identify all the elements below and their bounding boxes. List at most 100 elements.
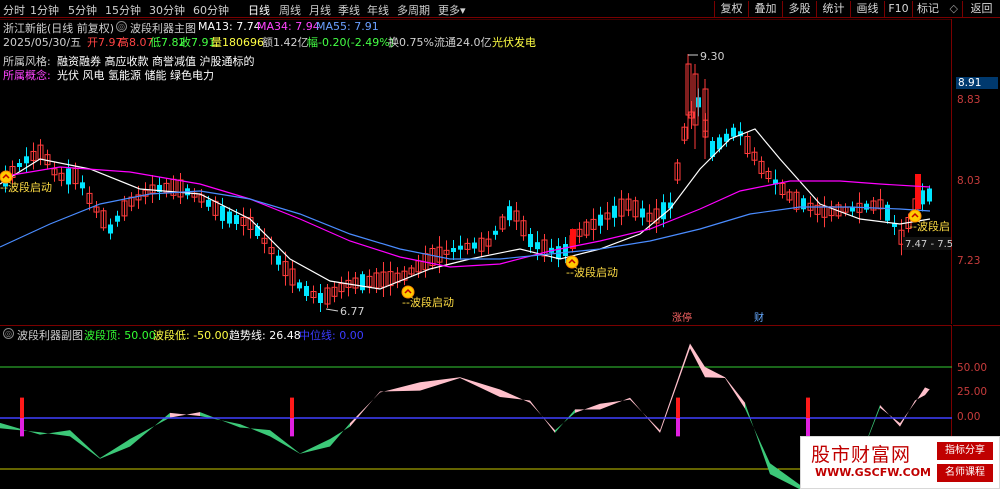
period-tab-60min[interactable]: 60分钟 (193, 2, 229, 18)
sub-indicator-name[interactable]: 波段利器副图 (17, 327, 83, 343)
negative-area (70, 430, 100, 459)
candle-body (17, 163, 22, 167)
price-axis-label: 8.03 (957, 175, 981, 187)
candle-body (24, 156, 29, 164)
low-price-label: 6.77 (340, 305, 365, 318)
positive-area (690, 343, 705, 378)
quote-volume: 量180696 (211, 36, 264, 49)
period-tab-yearly[interactable]: 年线 (367, 2, 389, 18)
signal-bar-up (806, 397, 810, 418)
overlay-button[interactable]: 叠加 (748, 1, 782, 17)
adjust-button[interactable]: 复权 (714, 1, 748, 17)
negative-area (300, 439, 330, 454)
indicator-settings-icon[interactable]: ◎ (116, 21, 127, 32)
sub-axis-label: 0.00 (957, 411, 981, 423)
settings-icon: ◇ (949, 2, 958, 15)
signal-bar-up (676, 397, 680, 418)
period-tab-15min[interactable]: 15分钟 (105, 2, 141, 18)
signal-bar-down (20, 418, 24, 437)
positive-area (725, 377, 745, 409)
multi-stock-button[interactable]: 多股 (782, 1, 816, 17)
candle-body (115, 215, 120, 222)
candle-body (234, 215, 239, 225)
candle-body (80, 182, 85, 189)
negative-area (745, 402, 770, 475)
negative-area (40, 430, 70, 437)
period-tab-1min[interactable]: 1分钟 (30, 2, 59, 18)
candle-body (612, 205, 617, 218)
watermark-url: WWW.GSCFW.COM (815, 466, 932, 479)
candle-body (661, 202, 666, 220)
candle-body (864, 203, 869, 210)
candle-body (731, 127, 736, 137)
candle-body (318, 293, 323, 303)
positive-area (575, 403, 600, 413)
range-label: 7.47 - 7.53 (905, 239, 952, 250)
signal-label: --波段启动 (402, 295, 454, 309)
period-tab-intraday[interactable]: 分时 (3, 2, 25, 18)
sub-axis-label: 50.00 (957, 362, 988, 374)
site-watermark: 股市财富网 WWW.GSCFW.COM 指标分享 名师课程 (800, 436, 1000, 489)
back-button[interactable]: 返回 (962, 1, 1000, 17)
positive-area (460, 377, 500, 397)
candle-body (927, 188, 932, 202)
negative-area (100, 439, 130, 459)
watermark-title: 股市财富网 (811, 444, 912, 466)
candle-body (801, 198, 806, 210)
sub-settings-icon[interactable]: ◎ (3, 328, 14, 339)
positive-area (420, 377, 460, 391)
signal-bar-up (290, 397, 294, 418)
f10-button[interactable]: F10 (884, 1, 912, 17)
candle-body (563, 244, 568, 256)
positive-area (600, 397, 630, 410)
signal-bar-down (806, 418, 810, 437)
wave-top-value: 波段顶: 50.00 (84, 329, 156, 342)
period-tab-30min[interactable]: 30分钟 (149, 2, 185, 18)
quote-high: 高8.07 (118, 36, 154, 49)
positive-area (705, 367, 725, 379)
mark-label: 标记 (917, 2, 939, 15)
candle-body (276, 255, 281, 265)
positive-area (530, 400, 555, 433)
period-tab-5min[interactable]: 5分钟 (68, 2, 97, 18)
ma13-line (0, 128, 931, 290)
period-tab-daily[interactable]: 日线 (248, 2, 270, 18)
candle-body (66, 168, 71, 185)
price-axis-label: 8.83 (957, 94, 981, 106)
period-tab-monthly[interactable]: 月线 (309, 2, 331, 18)
quote-float-cap: 流通24.0亿 (434, 36, 492, 49)
draw-line-button[interactable]: 画线 (850, 1, 884, 17)
quote-turnover: 换0.75% (388, 36, 434, 49)
positive-area (350, 391, 380, 427)
period-tab-weekly[interactable]: 周线 (279, 2, 301, 18)
positive-area (380, 382, 420, 393)
ma13-value: MA13: 7.74 (198, 20, 261, 33)
signal-label: --波段启 (909, 219, 950, 233)
period-tab-multi[interactable]: 多周期 (397, 2, 430, 18)
candle-body (885, 204, 890, 221)
signal-bar-down (676, 418, 680, 437)
candle-body (360, 274, 365, 291)
negative-area (770, 463, 800, 489)
ma55-value: MA55: 7.91 (316, 20, 379, 33)
quote-sector: 光伏发电 (492, 36, 536, 49)
positive-area (900, 400, 915, 427)
candle-body (528, 234, 533, 247)
negative-area (270, 430, 300, 454)
negative-area (240, 424, 270, 437)
price-axis-label: 7.23 (957, 255, 981, 267)
mark-button[interactable]: 标记 ◇ (912, 1, 962, 17)
candle-body (304, 286, 309, 296)
period-tab-quarterly[interactable]: 季线 (338, 2, 360, 18)
signal-label: --波段启动 (566, 265, 618, 279)
positive-area (915, 387, 925, 403)
price-axis-current: 8.91 (956, 77, 998, 89)
period-tab-more[interactable]: 更多▾ (438, 2, 466, 18)
statistics-button[interactable]: 统计 (816, 1, 850, 17)
main-chart-panel[interactable]: --波段启动 --波段启动 --波段启动 --波段启 9.30 6.77 7.47 - 7.… (0, 19, 952, 324)
positive-area (925, 387, 930, 396)
watermark-tag-share: 指标分享 (937, 442, 993, 460)
quote-change: 幅-0.20(-2.49%) (307, 36, 394, 49)
signal-bar-up (20, 397, 24, 418)
candle-body (507, 206, 512, 221)
